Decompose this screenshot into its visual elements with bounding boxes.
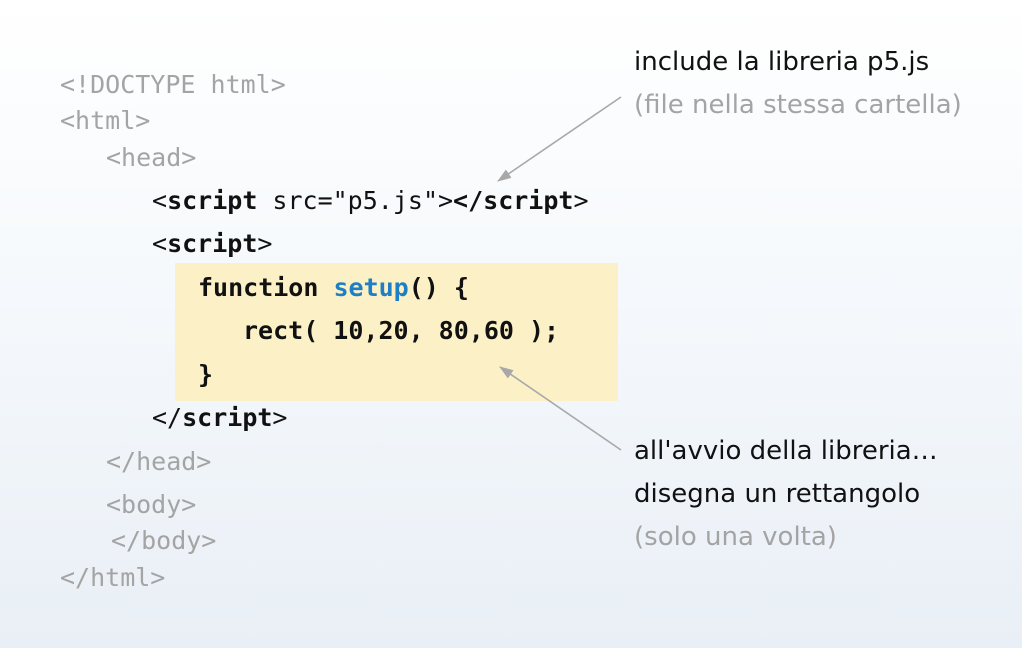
arrow-to-script-src [497, 96, 622, 182]
arrow-to-setup-function [499, 366, 622, 451]
annotation-arrows [497, 96, 622, 451]
